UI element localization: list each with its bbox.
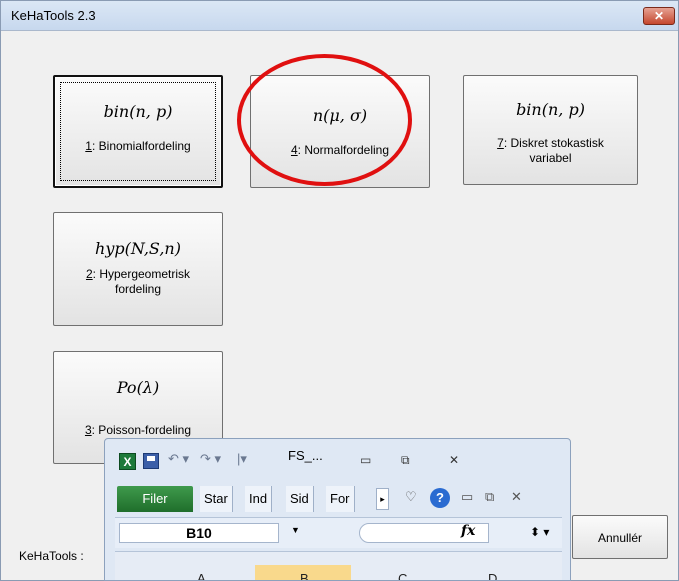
column-b[interactable]: B xyxy=(300,571,309,580)
normal-key: 4 xyxy=(290,143,298,157)
tab-scroll-arrow[interactable]: ▸ xyxy=(376,488,389,510)
normal-button[interactable]: n(μ, σ) 4: Normalfordeling xyxy=(250,75,430,188)
close-button[interactable]: ✕ xyxy=(643,7,675,25)
tab-insert[interactable]: Ind xyxy=(245,486,273,512)
excel-filename: FS_... xyxy=(288,448,323,463)
title-bar: KeHaTools 2.3 ✕ xyxy=(1,1,678,31)
redo-icon[interactable]: ↷ ▾ xyxy=(200,451,221,467)
column-a[interactable]: A xyxy=(197,571,206,580)
cancel-button[interactable]: Annullér xyxy=(572,515,668,559)
customize-qat-icon[interactable]: |▾ xyxy=(237,451,247,467)
ribbon-restore-icon[interactable]: ⧉ xyxy=(485,489,494,505)
focus-rect xyxy=(60,82,216,181)
discrete-label: 7: Diskret stokastisk xyxy=(464,136,637,151)
hypergeometric-formula: hyp(N,S,n) xyxy=(95,239,181,258)
hypergeometric-label: 2: Hypergeometrisk xyxy=(54,267,222,282)
formula-expand-icon[interactable]: ⬍ ▾ xyxy=(530,525,549,539)
poisson-key: 3 xyxy=(84,423,92,437)
window-title: KeHaTools 2.3 xyxy=(11,8,96,23)
hypergeometric-text-1: : Hypergeometrisk xyxy=(92,267,191,281)
help-icon[interactable]: ? xyxy=(430,488,450,508)
excel-logo-icon: X xyxy=(119,453,136,470)
name-box[interactable]: B10 xyxy=(119,523,279,543)
column-c[interactable]: C xyxy=(398,571,407,580)
save-icon[interactable] xyxy=(143,453,159,469)
tab-file[interactable]: Filer xyxy=(117,486,193,512)
name-box-dropdown-icon[interactable]: ▼ xyxy=(291,525,300,535)
discrete-formula: bin(n, p) xyxy=(516,100,585,119)
restore-icon[interactable]: ⧉ xyxy=(401,453,410,468)
normal-label: 4: Normalfordeling xyxy=(251,143,429,158)
footer-text: KeHaTools : xyxy=(19,549,84,563)
tab-formulas[interactable]: For xyxy=(326,486,355,512)
excel-close-icon[interactable]: ✕ xyxy=(449,453,459,467)
normal-text: : Normalfordeling xyxy=(297,143,390,157)
discrete-text-1: : Diskret stokastisk xyxy=(503,136,604,150)
ribbon-close-icon[interactable]: ✕ xyxy=(511,489,522,505)
column-d[interactable]: D xyxy=(488,571,497,580)
excel-window: X ↶ ▾ ↷ ▾ |▾ FS_... ▭ ⧉ ✕ Filer Star Ind… xyxy=(104,438,571,581)
hypergeometric-button[interactable]: hyp(N,S,n) 2: Hypergeometrisk fordeling xyxy=(53,212,223,326)
undo-icon[interactable]: ↶ ▾ xyxy=(168,451,189,467)
hypergeometric-key: 2 xyxy=(85,267,93,281)
ribbon-minimize-icon[interactable]: ▭ xyxy=(461,489,473,505)
tab-page-layout[interactable]: Sid xyxy=(286,486,314,512)
poisson-formula: Po(λ) xyxy=(116,378,160,397)
insert-function-icon[interactable]: fx xyxy=(461,523,475,539)
poisson-text: : Poisson-fordeling xyxy=(91,423,192,437)
discrete-text-2: variabel xyxy=(529,151,572,165)
normal-formula: n(μ, σ) xyxy=(312,106,368,125)
binomial-button[interactable]: bin(n, p) 1: Binomialfordeling xyxy=(53,75,223,188)
discrete-button[interactable]: bin(n, p) 7: Diskret stokastisk variabel xyxy=(463,75,638,185)
hypergeometric-text-2: fordeling xyxy=(114,282,162,296)
tab-start[interactable]: Star xyxy=(200,486,233,512)
poisson-label: 3: Poisson-fordeling xyxy=(54,423,222,438)
minimize-icon[interactable]: ▭ xyxy=(360,453,371,467)
ribbon-heart-icon[interactable]: ♡ xyxy=(405,489,417,505)
discrete-key: 7 xyxy=(497,136,504,150)
